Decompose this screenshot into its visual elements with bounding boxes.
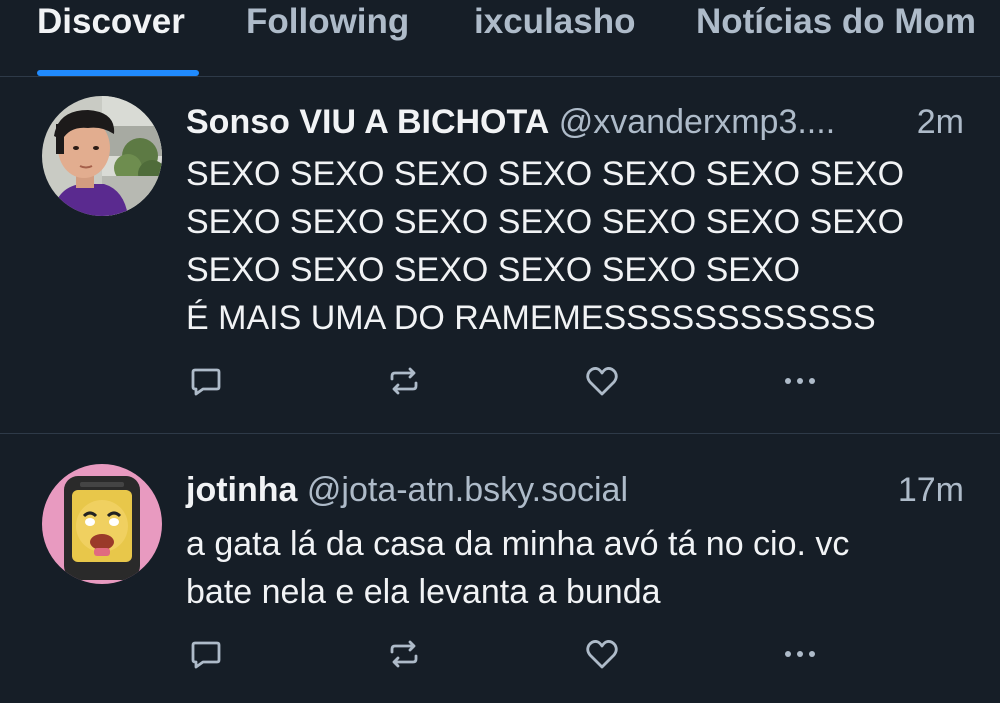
avatar-image <box>42 96 162 216</box>
active-tab-indicator <box>37 70 199 76</box>
more-options-button[interactable] <box>780 361 820 401</box>
repost-button[interactable] <box>384 634 424 674</box>
tab-following-label: Following <box>246 2 410 41</box>
tab-noticias[interactable]: Notícias do Mom <box>696 0 1000 76</box>
repost-icon <box>390 367 418 395</box>
post-actions <box>186 634 846 674</box>
tab-ixculasho[interactable]: ixculasho <box>474 0 654 76</box>
tab-discover-label: Discover <box>37 2 185 41</box>
feed-post[interactable]: Sonso VIU A BICHOTA @xvanderxmp3.... 2m … <box>0 77 1000 434</box>
like-button[interactable] <box>582 361 622 401</box>
like-button[interactable] <box>582 634 622 674</box>
author-name[interactable]: Sonso VIU A BICHOTA <box>186 103 549 141</box>
post-text: a gata lá da casa da minha avó tá no cio… <box>186 525 850 611</box>
tab-discover[interactable]: Discover <box>37 0 199 76</box>
avatar-image <box>42 464 162 584</box>
heart-icon <box>586 367 618 396</box>
ellipsis-icon <box>785 651 815 657</box>
tab-ixculasho-label: ixculasho <box>474 2 636 41</box>
more-options-button[interactable] <box>780 634 820 674</box>
reply-icon <box>191 368 221 396</box>
feed-tabs: Discover Following ixculasho Notícias do… <box>0 0 1000 77</box>
avatar[interactable] <box>42 464 162 584</box>
post-timestamp[interactable]: 2m <box>917 100 964 144</box>
reply-button[interactable] <box>186 361 226 401</box>
post-header: jotinha @jota-atn.bsky.social 17m <box>186 468 964 512</box>
post-timestamp[interactable]: 17m <box>898 468 964 512</box>
repost-button[interactable] <box>384 361 424 401</box>
author-handle[interactable]: @jota-atn.bsky.social <box>307 471 628 509</box>
post-actions <box>186 361 846 401</box>
ellipsis-icon <box>785 378 815 384</box>
post-text: SEXO SEXO SEXO SEXO SEXO SEXO SEXO SEXO … <box>186 155 905 337</box>
avatar[interactable] <box>42 96 162 216</box>
post-header: Sonso VIU A BICHOTA @xvanderxmp3.... 2m <box>186 100 964 144</box>
heart-icon <box>586 640 618 669</box>
repost-icon <box>390 640 418 668</box>
reply-button[interactable] <box>186 634 226 674</box>
tab-noticias-label: Notícias do Mom <box>696 2 977 41</box>
feed-post[interactable]: jotinha @jota-atn.bsky.social 17m a gata… <box>0 434 1000 703</box>
reply-icon <box>191 641 221 669</box>
author-name[interactable]: jotinha <box>186 471 297 509</box>
tab-following[interactable]: Following <box>246 0 431 76</box>
author-handle[interactable]: @xvanderxmp3.... <box>559 103 835 141</box>
